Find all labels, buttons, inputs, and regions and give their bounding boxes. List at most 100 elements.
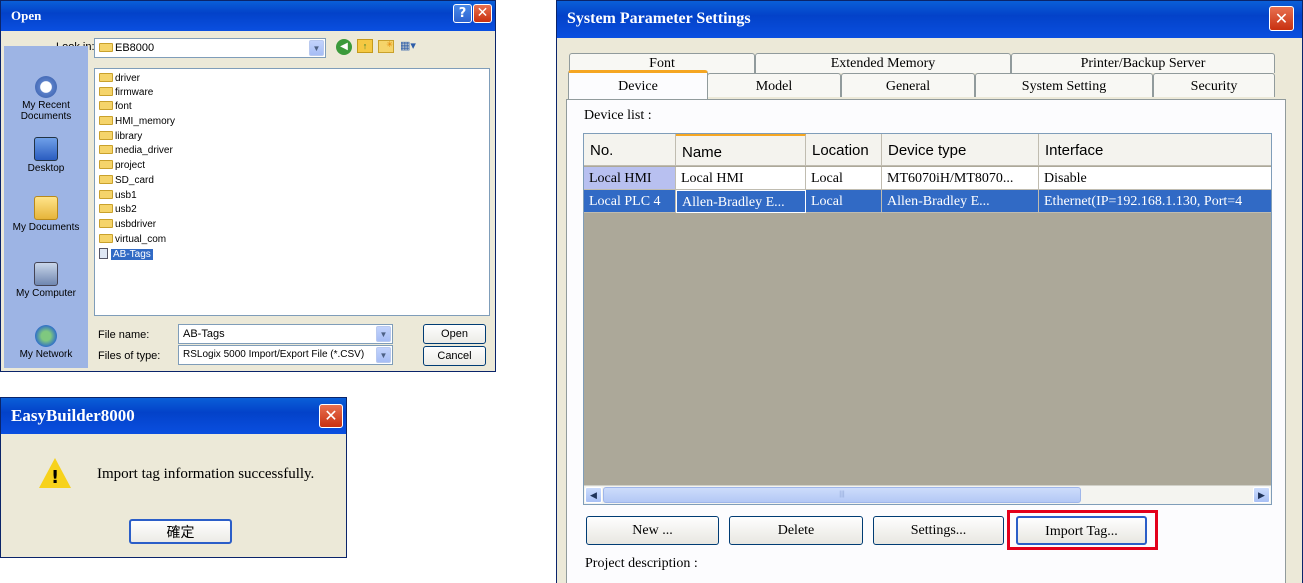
list-item[interactable]: media_driver [99,144,173,157]
ok-button[interactable]: 確定 [129,519,232,544]
list-item[interactable]: virtual_com [99,233,166,246]
look-in-value: EB8000 [115,42,155,54]
views-menu-icon[interactable]: ▦▾ [400,40,420,53]
my-computer-icon [34,262,58,286]
scroll-left-icon[interactable]: ◀ [585,487,602,503]
open-button[interactable]: Open [423,324,486,344]
place-desktop[interactable]: Desktop [4,137,88,174]
project-description-label: Project description : [585,556,698,571]
list-item[interactable]: usbdriver [99,218,156,231]
place-my-computer[interactable]: My Computer [4,262,88,299]
desktop-icon [34,137,58,161]
folder-icon [99,145,113,154]
open-dialog: Open ? ✕ Look in: EB8000 ▼ ◀ ↑ ✳ ▦▾ My R… [0,0,496,372]
list-item-selected[interactable]: AB-Tags [99,248,153,261]
list-item[interactable]: project [99,159,145,172]
file-list[interactable]: driver firmware font HMI_memory library … [94,68,490,316]
place-recent-documents[interactable]: My Recent Documents [4,76,88,122]
cell-device-type[interactable]: Allen-Bradley E... [882,190,1039,213]
open-dialog-title: Open [11,8,42,23]
cancel-button[interactable]: Cancel [423,346,486,366]
folder-icon [99,131,113,140]
tab-system-setting[interactable]: System Setting [975,73,1153,97]
files-of-type-label: Files of type: [98,350,161,362]
tab-general[interactable]: General [841,73,975,97]
close-icon[interactable]: ✕ [319,404,343,428]
cell-no[interactable]: Local HMI [584,167,676,190]
message-box: EasyBuilder8000 ✕ ! Import tag informati… [0,397,347,558]
files-of-type-combo[interactable]: RSLogix 5000 Import/Export File (*.CSV) … [178,345,393,365]
column-header-interface[interactable]: Interface [1039,134,1271,166]
list-item[interactable]: font [99,100,132,113]
device-grid[interactable]: No. Name Location Device type Interface … [583,133,1272,505]
my-network-icon [35,325,57,347]
delete-button[interactable]: Delete [729,516,863,545]
list-item[interactable]: driver [99,72,140,85]
folder-icon [99,234,113,243]
folder-icon [99,43,113,52]
message-box-title: EasyBuilder8000 [11,406,135,425]
tab-model[interactable]: Model [707,73,841,97]
close-icon[interactable]: ✕ [473,4,492,23]
message-text: Import tag information successfully. [97,466,315,482]
folder-icon [99,175,113,184]
cell-no[interactable]: Local PLC 4 [584,190,676,213]
folder-icon [99,204,113,213]
cell-interface[interactable]: Disable [1039,167,1271,190]
column-header-no[interactable]: No. [584,134,676,166]
list-item[interactable]: HMI_memory [99,115,175,128]
recent-documents-icon [35,76,57,98]
horizontal-scrollbar[interactable]: ◀ ||| ▶ [584,485,1271,504]
up-folder-icon[interactable]: ↑ [357,39,373,53]
list-item[interactable]: SD_card [99,174,154,187]
new-button[interactable]: New ... [586,516,719,545]
place-my-documents[interactable]: My Documents [4,196,88,233]
device-list-label: Device list : [584,108,652,123]
chevron-down-icon[interactable]: ▼ [376,326,391,342]
back-icon[interactable]: ◀ [336,39,352,55]
column-header-name[interactable]: Name [676,134,806,166]
cell-device-type[interactable]: MT6070iH/MT8070... [882,167,1039,190]
message-box-titlebar[interactable]: EasyBuilder8000 ✕ [1,398,346,434]
list-item[interactable]: firmware [99,86,153,99]
cell-interface[interactable]: Ethernet(IP=192.168.1.130, Port=4 [1039,190,1271,213]
folder-icon [99,219,113,228]
tab-extended-memory[interactable]: Extended Memory [755,53,1011,73]
list-item[interactable]: usb1 [99,189,137,202]
new-folder-icon[interactable]: ✳ [378,40,394,53]
scroll-thumb[interactable]: ||| [603,487,1081,503]
folder-icon [99,160,113,169]
chevron-down-icon[interactable]: ▼ [309,40,324,56]
folder-icon [99,87,113,96]
tab-device[interactable]: Device [568,70,708,100]
folder-icon [99,101,113,110]
help-icon[interactable]: ? [453,4,472,23]
tab-printer-backup-server[interactable]: Printer/Backup Server [1011,53,1275,73]
folder-icon [99,73,113,82]
cell-location[interactable]: Local [806,190,882,213]
system-parameter-title: System Parameter Settings [567,10,751,27]
cell-location[interactable]: Local [806,167,882,190]
column-header-device-type[interactable]: Device type [882,134,1039,166]
list-item[interactable]: usb2 [99,203,137,216]
system-parameter-titlebar[interactable]: System Parameter Settings ✕ [557,1,1302,38]
cell-name[interactable]: Allen-Bradley E... [676,190,806,213]
list-item[interactable]: library [99,130,142,143]
close-icon[interactable]: ✕ [1269,6,1294,31]
import-tag-button[interactable]: Import Tag... [1016,516,1147,545]
chevron-down-icon[interactable]: ▼ [376,347,391,363]
column-header-location[interactable]: Location [806,134,882,166]
scroll-right-icon[interactable]: ▶ [1253,487,1270,503]
file-name-value: AB-Tags [183,328,225,340]
open-dialog-titlebar[interactable]: Open ? ✕ [1,1,495,31]
place-my-network[interactable]: My Network [4,325,88,360]
folder-icon [99,116,113,125]
file-icon [99,248,108,259]
settings-button[interactable]: Settings... [873,516,1004,545]
look-in-combo[interactable]: EB8000 ▼ [94,38,326,58]
file-name-combo[interactable]: AB-Tags ▼ [178,324,393,344]
my-documents-icon [34,196,58,220]
tab-security[interactable]: Security [1153,73,1275,97]
files-of-type-value: RSLogix 5000 Import/Export File (*.CSV) [183,349,365,360]
cell-name[interactable]: Local HMI [676,167,806,190]
